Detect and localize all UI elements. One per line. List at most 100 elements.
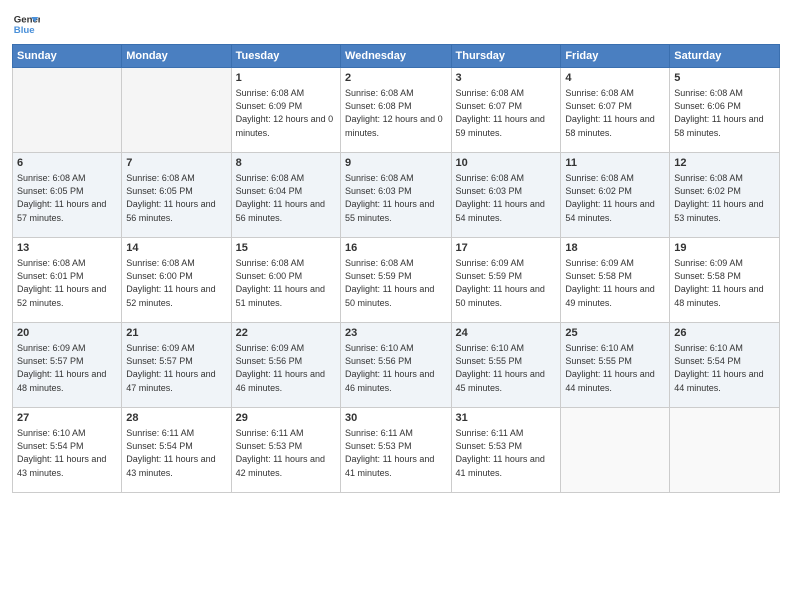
cell-info: Sunrise: 6:09 AMSunset: 5:57 PMDaylight:…: [126, 342, 226, 394]
cell-info: Sunrise: 6:09 AMSunset: 5:57 PMDaylight:…: [17, 342, 117, 394]
col-header-saturday: Saturday: [670, 45, 780, 68]
day-number: 11: [565, 156, 665, 171]
cell-info: Sunrise: 6:10 AMSunset: 5:54 PMDaylight:…: [674, 342, 775, 394]
calendar-cell: 12Sunrise: 6:08 AMSunset: 6:02 PMDayligh…: [670, 153, 780, 238]
cell-info: Sunrise: 6:10 AMSunset: 5:55 PMDaylight:…: [565, 342, 665, 394]
calendar-cell: 31Sunrise: 6:11 AMSunset: 5:53 PMDayligh…: [451, 408, 561, 493]
cell-info: Sunrise: 6:08 AMSunset: 6:02 PMDaylight:…: [674, 172, 775, 224]
calendar-cell: 8Sunrise: 6:08 AMSunset: 6:04 PMDaylight…: [231, 153, 340, 238]
day-number: 7: [126, 156, 226, 171]
cell-info: Sunrise: 6:08 AMSunset: 6:00 PMDaylight:…: [126, 257, 226, 309]
day-number: 4: [565, 71, 665, 86]
cell-info: Sunrise: 6:11 AMSunset: 5:53 PMDaylight:…: [345, 427, 446, 479]
cell-info: Sunrise: 6:10 AMSunset: 5:54 PMDaylight:…: [17, 427, 117, 479]
cell-info: Sunrise: 6:09 AMSunset: 5:58 PMDaylight:…: [674, 257, 775, 309]
cell-info: Sunrise: 6:08 AMSunset: 6:05 PMDaylight:…: [17, 172, 117, 224]
cell-info: Sunrise: 6:08 AMSunset: 5:59 PMDaylight:…: [345, 257, 446, 309]
day-number: 6: [17, 156, 117, 171]
calendar-cell: [13, 68, 122, 153]
calendar-cell: 24Sunrise: 6:10 AMSunset: 5:55 PMDayligh…: [451, 323, 561, 408]
calendar-header-row: SundayMondayTuesdayWednesdayThursdayFrid…: [13, 45, 780, 68]
cell-info: Sunrise: 6:09 AMSunset: 5:58 PMDaylight:…: [565, 257, 665, 309]
svg-text:Blue: Blue: [14, 25, 35, 36]
calendar-cell: 5Sunrise: 6:08 AMSunset: 6:06 PMDaylight…: [670, 68, 780, 153]
cell-info: Sunrise: 6:08 AMSunset: 6:05 PMDaylight:…: [126, 172, 226, 224]
day-number: 12: [674, 156, 775, 171]
calendar-cell: 29Sunrise: 6:11 AMSunset: 5:53 PMDayligh…: [231, 408, 340, 493]
day-number: 21: [126, 326, 226, 341]
calendar-cell: 23Sunrise: 6:10 AMSunset: 5:56 PMDayligh…: [341, 323, 451, 408]
day-number: 8: [236, 156, 336, 171]
calendar-cell: 17Sunrise: 6:09 AMSunset: 5:59 PMDayligh…: [451, 238, 561, 323]
calendar-cell: [561, 408, 670, 493]
day-number: 31: [456, 411, 557, 426]
day-number: 16: [345, 241, 446, 256]
logo-icon: General Blue: [12, 10, 40, 38]
calendar-cell: 15Sunrise: 6:08 AMSunset: 6:00 PMDayligh…: [231, 238, 340, 323]
day-number: 1: [236, 71, 336, 86]
day-number: 13: [17, 241, 117, 256]
calendar-cell: 4Sunrise: 6:08 AMSunset: 6:07 PMDaylight…: [561, 68, 670, 153]
day-number: 3: [456, 71, 557, 86]
calendar-week-5: 27Sunrise: 6:10 AMSunset: 5:54 PMDayligh…: [13, 408, 780, 493]
cell-info: Sunrise: 6:08 AMSunset: 6:01 PMDaylight:…: [17, 257, 117, 309]
col-header-friday: Friday: [561, 45, 670, 68]
calendar-cell: 25Sunrise: 6:10 AMSunset: 5:55 PMDayligh…: [561, 323, 670, 408]
cell-info: Sunrise: 6:08 AMSunset: 6:03 PMDaylight:…: [345, 172, 446, 224]
col-header-wednesday: Wednesday: [341, 45, 451, 68]
calendar-cell: 21Sunrise: 6:09 AMSunset: 5:57 PMDayligh…: [122, 323, 231, 408]
day-number: 15: [236, 241, 336, 256]
calendar-cell: 2Sunrise: 6:08 AMSunset: 6:08 PMDaylight…: [341, 68, 451, 153]
cell-info: Sunrise: 6:10 AMSunset: 5:56 PMDaylight:…: [345, 342, 446, 394]
page: General Blue SundayMondayTuesdayWednesda…: [0, 0, 792, 612]
day-number: 20: [17, 326, 117, 341]
calendar-table: SundayMondayTuesdayWednesdayThursdayFrid…: [12, 44, 780, 493]
calendar-cell: 7Sunrise: 6:08 AMSunset: 6:05 PMDaylight…: [122, 153, 231, 238]
cell-info: Sunrise: 6:08 AMSunset: 6:07 PMDaylight:…: [565, 87, 665, 139]
col-header-sunday: Sunday: [13, 45, 122, 68]
cell-info: Sunrise: 6:08 AMSunset: 6:00 PMDaylight:…: [236, 257, 336, 309]
day-number: 17: [456, 241, 557, 256]
calendar-cell: 20Sunrise: 6:09 AMSunset: 5:57 PMDayligh…: [13, 323, 122, 408]
day-number: 29: [236, 411, 336, 426]
cell-info: Sunrise: 6:08 AMSunset: 6:07 PMDaylight:…: [456, 87, 557, 139]
day-number: 10: [456, 156, 557, 171]
cell-info: Sunrise: 6:11 AMSunset: 5:53 PMDaylight:…: [456, 427, 557, 479]
day-number: 27: [17, 411, 117, 426]
calendar-cell: 14Sunrise: 6:08 AMSunset: 6:00 PMDayligh…: [122, 238, 231, 323]
header: General Blue: [12, 10, 780, 38]
calendar-week-2: 6Sunrise: 6:08 AMSunset: 6:05 PMDaylight…: [13, 153, 780, 238]
cell-info: Sunrise: 6:08 AMSunset: 6:03 PMDaylight:…: [456, 172, 557, 224]
day-number: 28: [126, 411, 226, 426]
calendar-cell: 22Sunrise: 6:09 AMSunset: 5:56 PMDayligh…: [231, 323, 340, 408]
day-number: 23: [345, 326, 446, 341]
calendar-cell: 6Sunrise: 6:08 AMSunset: 6:05 PMDaylight…: [13, 153, 122, 238]
cell-info: Sunrise: 6:09 AMSunset: 5:59 PMDaylight:…: [456, 257, 557, 309]
calendar-week-1: 1Sunrise: 6:08 AMSunset: 6:09 PMDaylight…: [13, 68, 780, 153]
day-number: 24: [456, 326, 557, 341]
calendar-cell: 1Sunrise: 6:08 AMSunset: 6:09 PMDaylight…: [231, 68, 340, 153]
day-number: 9: [345, 156, 446, 171]
calendar-cell: 27Sunrise: 6:10 AMSunset: 5:54 PMDayligh…: [13, 408, 122, 493]
cell-info: Sunrise: 6:09 AMSunset: 5:56 PMDaylight:…: [236, 342, 336, 394]
logo: General Blue: [12, 10, 40, 38]
calendar-cell: 18Sunrise: 6:09 AMSunset: 5:58 PMDayligh…: [561, 238, 670, 323]
day-number: 26: [674, 326, 775, 341]
col-header-monday: Monday: [122, 45, 231, 68]
day-number: 30: [345, 411, 446, 426]
day-number: 5: [674, 71, 775, 86]
calendar-week-4: 20Sunrise: 6:09 AMSunset: 5:57 PMDayligh…: [13, 323, 780, 408]
cell-info: Sunrise: 6:10 AMSunset: 5:55 PMDaylight:…: [456, 342, 557, 394]
calendar-cell: 10Sunrise: 6:08 AMSunset: 6:03 PMDayligh…: [451, 153, 561, 238]
day-number: 25: [565, 326, 665, 341]
cell-info: Sunrise: 6:08 AMSunset: 6:08 PMDaylight:…: [345, 87, 446, 139]
calendar-cell: 3Sunrise: 6:08 AMSunset: 6:07 PMDaylight…: [451, 68, 561, 153]
calendar-cell: 16Sunrise: 6:08 AMSunset: 5:59 PMDayligh…: [341, 238, 451, 323]
calendar-cell: 19Sunrise: 6:09 AMSunset: 5:58 PMDayligh…: [670, 238, 780, 323]
calendar-cell: 26Sunrise: 6:10 AMSunset: 5:54 PMDayligh…: [670, 323, 780, 408]
calendar-cell: 9Sunrise: 6:08 AMSunset: 6:03 PMDaylight…: [341, 153, 451, 238]
day-number: 18: [565, 241, 665, 256]
cell-info: Sunrise: 6:08 AMSunset: 6:09 PMDaylight:…: [236, 87, 336, 139]
calendar-cell: [670, 408, 780, 493]
cell-info: Sunrise: 6:11 AMSunset: 5:54 PMDaylight:…: [126, 427, 226, 479]
